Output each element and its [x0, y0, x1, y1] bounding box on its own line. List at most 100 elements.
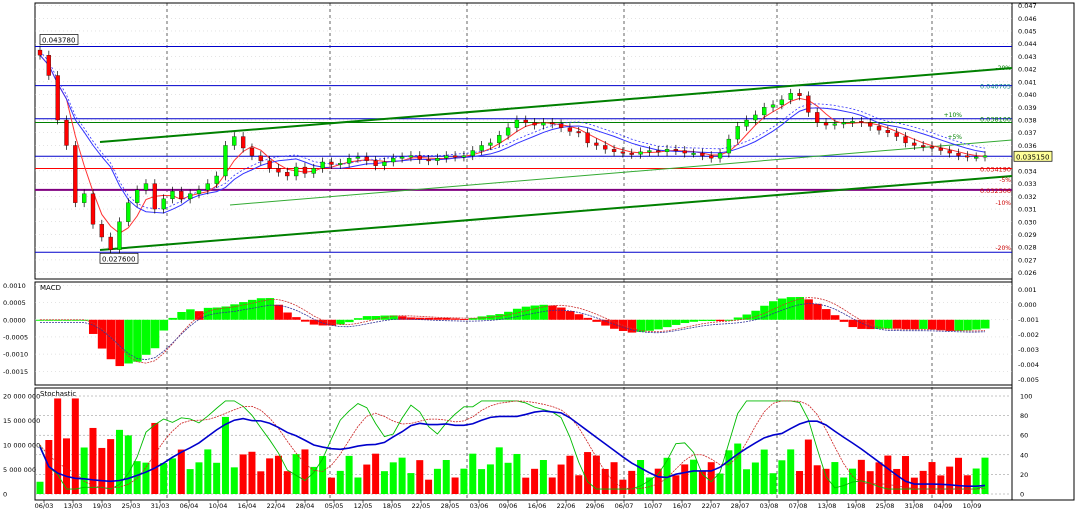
candle-body — [815, 112, 820, 123]
macd-histogram-bar — [645, 319, 654, 331]
macd-histogram-bar — [901, 319, 911, 330]
candle-body — [249, 147, 255, 156]
volume-bar — [407, 473, 415, 494]
volume-bar — [575, 475, 583, 494]
macd-right-tick: 0.000 — [1018, 301, 1037, 309]
candle-body — [929, 146, 935, 149]
volume-tick-label: 15 000 000 — [3, 417, 40, 425]
stochastic-right-tick: 40 — [1020, 451, 1028, 459]
candle-body — [196, 189, 202, 194]
candle-body — [90, 193, 96, 225]
macd-histogram-bar — [707, 319, 716, 321]
volume-bar — [460, 468, 468, 494]
candle-body — [673, 149, 679, 151]
macd-histogram-bar — [583, 317, 593, 320]
macd-histogram-bar — [963, 319, 972, 331]
candle-body — [170, 191, 175, 200]
candle-body — [426, 159, 431, 162]
macd-histogram-bar — [601, 319, 610, 326]
candle-body — [938, 147, 943, 151]
candle-body — [223, 145, 228, 177]
volume-bar — [902, 456, 910, 494]
volume-tick-label: 5 000 000 — [3, 466, 36, 474]
volume-bar — [707, 462, 715, 494]
volume-bar — [787, 449, 795, 494]
volume-bar — [389, 462, 397, 494]
level-label: 0.034190 — [980, 165, 1011, 173]
macd-right-tick: 0.001 — [1018, 286, 1037, 294]
candle-body — [435, 158, 440, 161]
macd-histogram-bar — [97, 319, 107, 349]
x-tick-label: 03/08 — [760, 502, 779, 510]
candle-body — [46, 54, 51, 76]
candle-body — [797, 93, 802, 96]
x-tick-label: 29/06 — [586, 502, 605, 510]
candle-body — [205, 183, 210, 191]
price-tick-label: 0.028 — [1018, 244, 1037, 252]
volume-bar — [743, 469, 751, 494]
macd-histogram-bar — [415, 317, 425, 320]
candle-body — [859, 121, 864, 123]
macd-histogram-bar — [150, 319, 160, 349]
candle-body — [876, 126, 882, 131]
candle-body — [921, 145, 926, 148]
macd-histogram-bar — [203, 307, 213, 320]
volume-bar — [195, 462, 203, 494]
x-tick-label: 31/08 — [905, 502, 924, 510]
volume-bar — [804, 439, 812, 494]
volume-bar — [919, 470, 927, 494]
volume-bar — [416, 460, 424, 494]
candle-body — [735, 126, 740, 140]
volume-bar — [36, 481, 44, 494]
macd-histogram-bar — [689, 319, 699, 322]
macd-histogram-bar — [115, 319, 124, 367]
candle-body — [850, 121, 855, 123]
macd-histogram-bar — [680, 319, 690, 324]
candle-body — [664, 149, 670, 152]
volume-bar — [133, 461, 141, 494]
candle-body — [179, 191, 184, 200]
volume-bar — [513, 453, 521, 494]
candle-body — [461, 155, 467, 158]
macd-histogram-bar — [433, 317, 442, 320]
candle-body — [523, 119, 528, 123]
volume-bar — [654, 468, 662, 494]
macd-histogram-bar — [565, 310, 575, 320]
macd-histogram-bar — [972, 319, 981, 330]
pct-label: -20% — [995, 65, 1011, 72]
macd-histogram-bar — [928, 319, 937, 330]
macd-histogram-bar — [910, 319, 919, 330]
macd-histogram-bar — [345, 319, 354, 323]
stochastic-right-tick: 100 — [1020, 393, 1032, 401]
candle-body — [399, 156, 405, 159]
x-tick-label: 13/08 — [818, 502, 837, 510]
candle-body — [64, 119, 69, 146]
price-tick-label: 0.027 — [1018, 256, 1037, 264]
macd-histogram-bar — [406, 317, 416, 320]
candle-body — [73, 145, 78, 203]
level-label: 0.040705 — [980, 83, 1011, 91]
price-tick-label: 0.043 — [1018, 53, 1037, 61]
volume-bar — [831, 462, 839, 494]
price-tick-label: 0.039 — [1018, 104, 1037, 112]
macd-histogram-bar — [309, 319, 319, 325]
x-tick-label: 16/04 — [238, 502, 257, 510]
candle-body — [161, 198, 166, 210]
candle-body — [726, 138, 732, 154]
candle-body — [788, 93, 793, 100]
volume-bar — [672, 475, 680, 494]
x-tick-label: 25/03 — [122, 502, 141, 510]
x-tick-label: 10/09 — [963, 502, 982, 510]
x-tick-label: 22/05 — [412, 502, 431, 510]
macd-histogram-bar — [80, 319, 89, 321]
macd-histogram-bar — [106, 319, 116, 360]
price-tick-label: 0.026 — [1018, 269, 1037, 277]
candle-body — [532, 122, 537, 126]
volume-bar — [451, 477, 459, 494]
volume-bar — [177, 449, 185, 494]
x-tick-label: 06/04 — [180, 502, 199, 510]
price-tick-label: 0.029 — [1018, 231, 1037, 239]
volume-bar — [221, 416, 229, 494]
candle-body — [488, 142, 493, 146]
macd-right-tick: -0.004 — [1018, 361, 1039, 369]
